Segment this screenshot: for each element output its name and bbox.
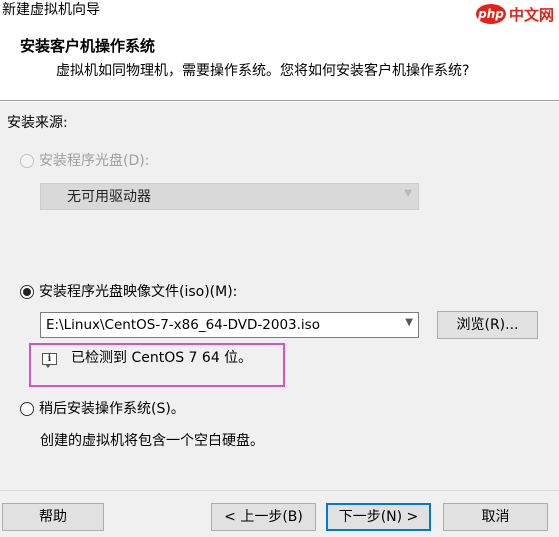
iso-path-value: E:\Linux\CentOS-7-x86_64-DVD-2003.iso <box>46 317 320 333</box>
iso-option-label: 安装程序光盘映像文件(iso)(M): <box>39 284 238 300</box>
blank-disk-note: 创建的虚拟机将包含一个空白硬盘。 <box>40 433 264 449</box>
footer-divider <box>0 490 559 491</box>
window-title: 新建虚拟机向导 <box>2 2 100 18</box>
disc-option-label: 安装程序光盘(D): <box>39 153 150 169</box>
detection-highlight: i 已检测到 CentOS 7 64 位。 <box>29 343 285 387</box>
watermark-text: 中文网 <box>509 5 555 24</box>
info-icon: i <box>42 353 57 368</box>
watermark-logo: php 中文网 <box>476 3 558 25</box>
disc-option[interactable]: 安装程序光盘(D): <box>20 151 149 171</box>
detected-os-text: 已检测到 CentOS 7 64 位。 <box>71 350 253 366</box>
chevron-down-icon: ▼ <box>404 188 412 199</box>
header-divider <box>0 100 559 102</box>
wizard-header: 新建虚拟机向导 php 中文网 安装客户机操作系统 虚拟机如同物理机，需要操作系… <box>0 0 559 100</box>
help-button[interactable]: 帮助 <box>2 503 104 531</box>
drive-select-value: 无可用驱动器 <box>67 189 151 205</box>
iso-path-combobox[interactable]: E:\Linux\CentOS-7-x86_64-DVD-2003.iso ▼ <box>40 312 419 338</box>
later-option[interactable]: 稍后安装操作系统(S)。 <box>20 399 185 419</box>
page-subtitle: 虚拟机如同物理机，需要操作系统。您将如何安装客户机操作系统? <box>56 63 470 79</box>
cancel-button[interactable]: 取消 <box>443 503 548 531</box>
next-button[interactable]: 下一步(N) > <box>326 503 431 531</box>
page-title: 安装客户机操作系统 <box>20 37 156 55</box>
iso-option[interactable]: 安装程序光盘映像文件(iso)(M): <box>20 282 237 302</box>
disc-radio[interactable] <box>20 154 34 168</box>
back-button[interactable]: < 上一步(B) <box>211 503 316 531</box>
install-source-label: 安装来源: <box>7 115 68 131</box>
later-radio[interactable] <box>20 402 34 416</box>
watermark-badge: php <box>476 4 506 24</box>
drive-select[interactable]: 无可用驱动器 ▼ <box>40 183 419 210</box>
browse-button[interactable]: 浏览(R)... <box>437 311 538 339</box>
iso-radio[interactable] <box>20 285 34 299</box>
chevron-down-icon[interactable]: ▼ <box>405 317 413 328</box>
later-option-label: 稍后安装操作系统(S)。 <box>39 401 185 417</box>
